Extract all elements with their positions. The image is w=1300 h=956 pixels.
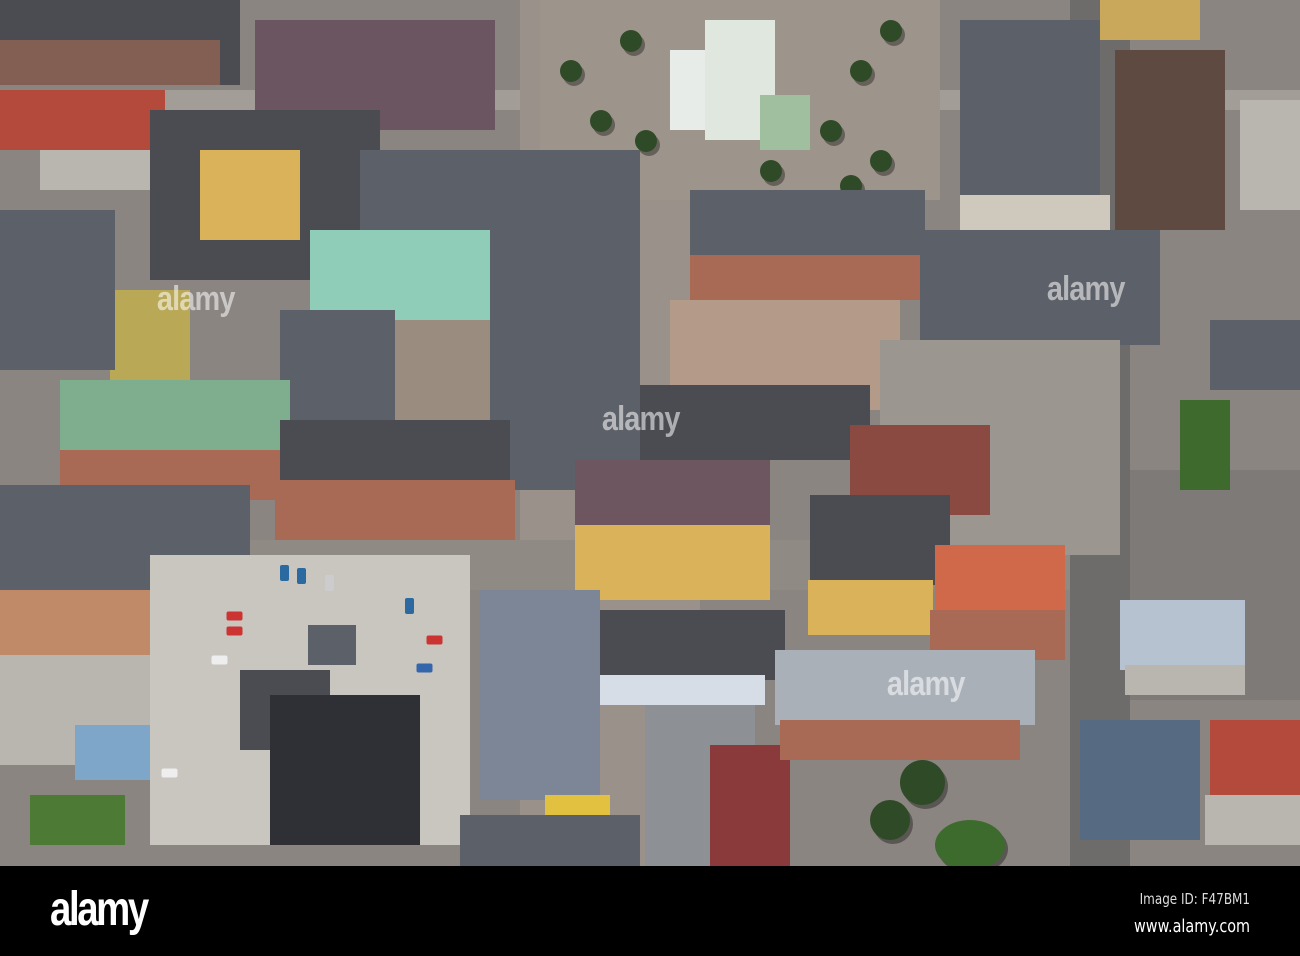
building bbox=[1100, 0, 1200, 40]
parked-car bbox=[226, 611, 243, 621]
building bbox=[1240, 100, 1300, 210]
parked-car bbox=[211, 655, 228, 665]
building-roof bbox=[575, 460, 770, 530]
building-roof bbox=[270, 695, 420, 845]
building-facade bbox=[40, 150, 165, 190]
green-roof-building bbox=[60, 380, 290, 455]
building-roof bbox=[690, 190, 925, 265]
image-id: Image ID: F47BM1 bbox=[1139, 890, 1250, 908]
tree bbox=[935, 820, 1005, 866]
tree bbox=[870, 800, 910, 840]
red-roof-building bbox=[0, 90, 165, 150]
tree bbox=[760, 160, 782, 182]
building-roof bbox=[480, 590, 600, 800]
aerial-photo: alamy alamy alamy alamy bbox=[0, 0, 1300, 866]
yellow-building bbox=[575, 525, 770, 600]
parked-car bbox=[416, 663, 433, 673]
building-roof bbox=[280, 310, 395, 420]
orange-roof bbox=[935, 545, 1065, 615]
lawn bbox=[30, 795, 125, 845]
building-roof bbox=[1115, 50, 1225, 230]
watermark: alamy bbox=[601, 400, 681, 438]
watermark: alamy bbox=[1046, 270, 1126, 308]
tree bbox=[820, 120, 842, 142]
tree bbox=[850, 60, 872, 82]
yellow-building bbox=[200, 150, 300, 240]
watermark: alamy bbox=[156, 280, 236, 318]
long-building-roof bbox=[490, 180, 640, 490]
website-link[interactable]: www.alamy.com bbox=[1134, 916, 1250, 937]
building-roof bbox=[960, 20, 1100, 200]
parked-car bbox=[280, 565, 289, 581]
tree bbox=[635, 130, 657, 152]
parked-car bbox=[297, 568, 306, 584]
building-facade bbox=[0, 40, 220, 85]
tree bbox=[900, 760, 945, 805]
building-facade bbox=[1125, 665, 1245, 695]
building-facade bbox=[600, 675, 765, 705]
building-roof bbox=[1120, 600, 1245, 670]
parked-car bbox=[405, 598, 414, 614]
tree bbox=[880, 20, 902, 42]
red-roof-building bbox=[1210, 720, 1300, 800]
alamy-logo: alamy bbox=[50, 883, 149, 936]
stock-footer: alamy Image ID: F47BM1 www.alamy.com bbox=[0, 866, 1300, 956]
building-roof bbox=[460, 815, 640, 866]
building-facade bbox=[275, 480, 515, 540]
parked-car bbox=[426, 635, 443, 645]
market-stall bbox=[670, 50, 710, 130]
building-roof bbox=[810, 495, 950, 585]
market-stall bbox=[760, 95, 810, 150]
yellow-building bbox=[808, 580, 933, 635]
building-roof bbox=[1210, 320, 1300, 390]
building-roof bbox=[600, 610, 785, 680]
parked-car bbox=[226, 626, 243, 636]
building-facade bbox=[780, 720, 1020, 760]
building-facade bbox=[690, 255, 920, 300]
rooftop-structure bbox=[308, 625, 356, 665]
tree bbox=[620, 30, 642, 52]
building-roof bbox=[0, 210, 115, 370]
tree bbox=[560, 60, 582, 82]
watermark: alamy bbox=[886, 665, 966, 703]
parked-car bbox=[325, 575, 334, 591]
building-roof bbox=[710, 745, 790, 866]
tree bbox=[870, 150, 892, 172]
parked-car bbox=[161, 768, 178, 778]
tree bbox=[590, 110, 612, 132]
building-roof bbox=[1080, 720, 1200, 840]
trees bbox=[1180, 400, 1230, 490]
building-facade bbox=[1205, 795, 1300, 845]
